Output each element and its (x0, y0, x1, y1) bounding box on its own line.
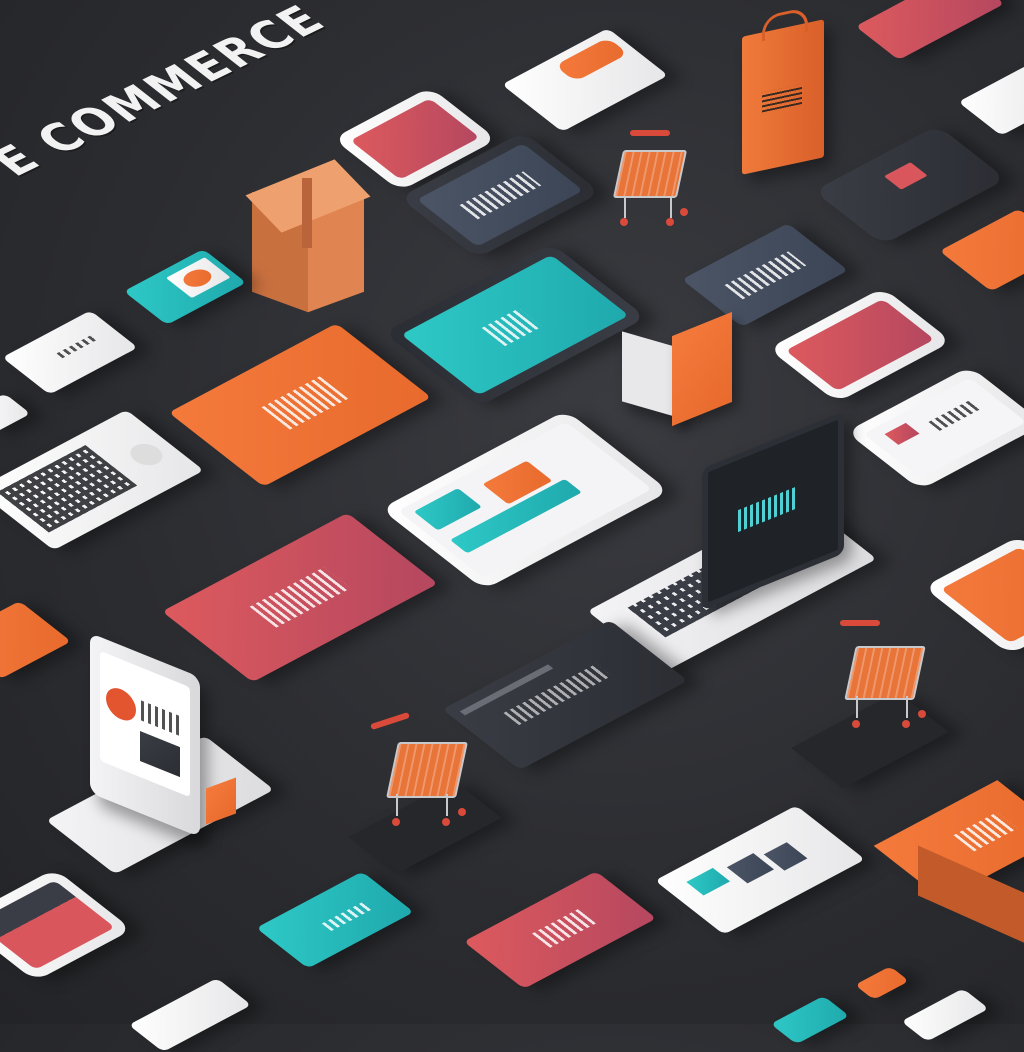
card-red-bottom (463, 871, 657, 989)
card-orange-large (168, 323, 432, 487)
shopping-bag-icon (742, 6, 824, 175)
card-orange-edge-right (939, 208, 1024, 292)
card-orange-tiny (854, 966, 910, 1000)
card-white-bottom-edge (901, 988, 989, 1042)
isometric-ecommerce-scene: E COMMERCE (0, 0, 1024, 1052)
smartphone-edge-right (923, 535, 1024, 655)
card-red-top-right (855, 0, 1005, 61)
card-white-mid-left-edge (0, 393, 31, 433)
card-slate-right (681, 223, 849, 327)
card-orange-left-edge (0, 601, 72, 679)
shopping-cart-icon (610, 130, 690, 240)
card-white-top (501, 28, 669, 132)
card-white-bottom-right (654, 805, 866, 935)
tablet-dark-right (813, 125, 1007, 245)
card-teal-bottom (256, 871, 414, 969)
card-white-edge-right (958, 64, 1024, 136)
smartphone-red-screen (768, 287, 952, 403)
card-teal-bottom-edge (770, 995, 850, 1045)
card-white-left (2, 310, 138, 395)
open-box-icon (622, 311, 740, 427)
monitor-icon (46, 632, 280, 875)
laptop-icon (587, 411, 877, 672)
hero-title: E COMMERCE (0, 0, 339, 185)
card-teal-small (123, 249, 247, 325)
smartphone-bottom-left (0, 868, 133, 982)
shopping-cart-right (830, 620, 930, 750)
tablet-icon (846, 366, 1024, 490)
package-box-icon (245, 159, 371, 313)
shopping-cart-center (370, 711, 470, 842)
orange-box-right (873, 780, 1024, 945)
keyboard-card (0, 409, 204, 551)
smartphone-teal (383, 243, 647, 407)
card-white-bottom-left (128, 978, 252, 1052)
